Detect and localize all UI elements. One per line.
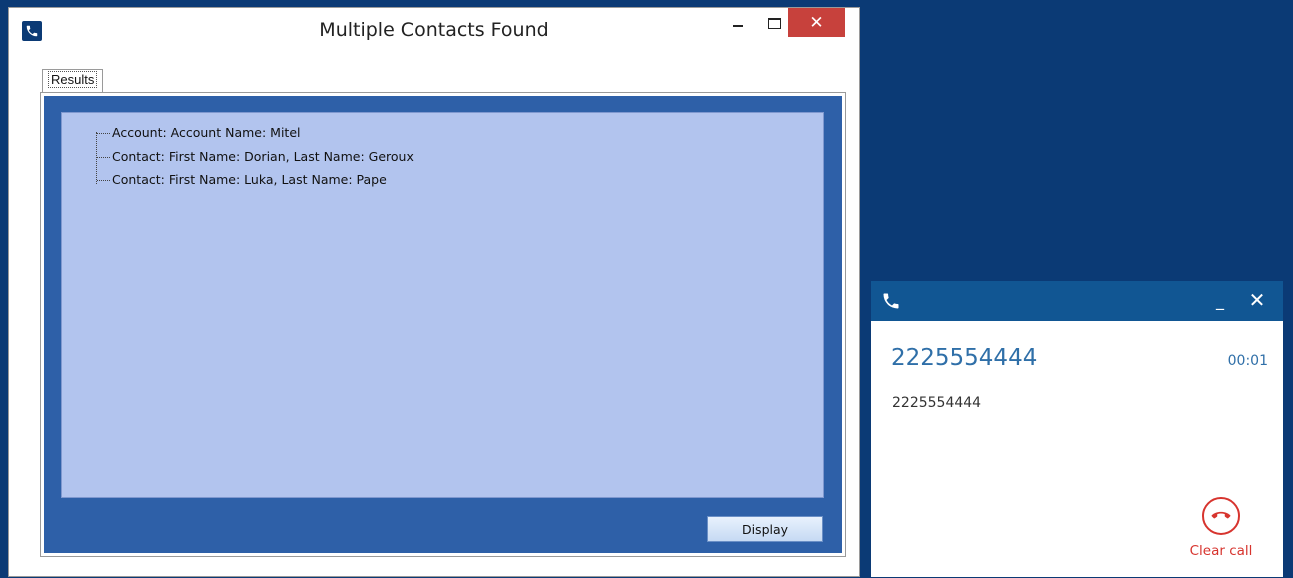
multiple-contacts-dialog: Multiple Contacts Found ✕ Results Accoun…	[8, 7, 860, 577]
hang-up-icon[interactable]	[1202, 497, 1240, 535]
display-button[interactable]: Display	[707, 516, 823, 542]
clear-call-label: Clear call	[1189, 543, 1253, 559]
clear-call-button[interactable]: Clear call	[1171, 497, 1271, 561]
tree-connector	[97, 157, 110, 158]
call-window: _ ✕ 2225554444 00:01 2225554444 Clear ca…	[871, 281, 1283, 577]
tree-item-account[interactable]: Account: Account Name: Mitel	[112, 124, 300, 142]
results-area: Account: Account Name: Mitel Contact: Fi…	[44, 96, 842, 553]
maximize-button[interactable]	[759, 8, 789, 38]
tab-results-label: Results	[48, 71, 98, 88]
tree-connector	[96, 132, 97, 184]
close-button[interactable]: ✕	[788, 8, 845, 37]
minimize-button[interactable]	[722, 8, 754, 38]
minimize-icon	[733, 25, 743, 27]
tree-connector	[97, 133, 110, 134]
tree-item-contact[interactable]: Contact: First Name: Dorian, Last Name: …	[112, 148, 414, 166]
call-timer: 00:01	[1227, 353, 1268, 369]
maximize-icon	[767, 17, 781, 29]
phone-icon	[881, 291, 901, 311]
tree-connector	[97, 180, 110, 181]
tab-results[interactable]: Results	[42, 69, 104, 92]
caller-id: 2225554444	[892, 395, 982, 411]
call-header[interactable]: _ ✕	[871, 281, 1283, 321]
dialog-titlebar[interactable]: Multiple Contacts Found ✕	[9, 8, 859, 56]
contacts-tree[interactable]: Account: Account Name: Mitel Contact: Fi…	[61, 112, 824, 498]
results-panel: Account: Account Name: Mitel Contact: Fi…	[40, 92, 846, 557]
call-minimize-button[interactable]: _	[1216, 291, 1232, 311]
call-close-button[interactable]: ✕	[1246, 289, 1268, 311]
call-number: 2225554444	[891, 345, 1038, 371]
tree-item-contact[interactable]: Contact: First Name: Luka, Last Name: Pa…	[112, 171, 387, 189]
close-icon: ✕	[809, 12, 824, 33]
